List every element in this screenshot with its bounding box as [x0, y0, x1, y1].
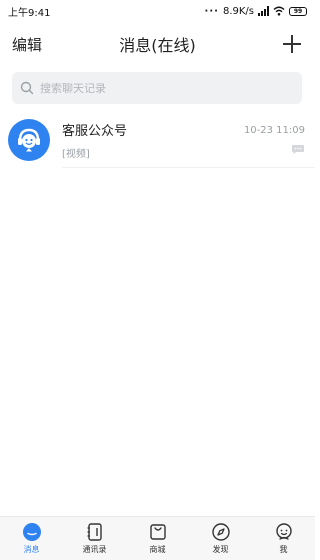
tab-label: 通讯录 [82, 545, 107, 554]
search-icon [20, 81, 34, 95]
page-title: 消息(在线) [119, 36, 196, 55]
tab-label: 消息 [23, 545, 40, 554]
tab-bar: 消息 通讯录 商城 发现 我 [0, 516, 315, 560]
tab-mall[interactable]: 商城 [126, 517, 189, 560]
customer-service-icon [18, 128, 40, 152]
conversation-meta: 10-23 11:09 [244, 125, 307, 155]
tab-label: 商城 [149, 545, 166, 554]
add-icon[interactable] [281, 33, 303, 55]
status-indicators: ··· 8.9K/s 99 [205, 6, 307, 17]
conversation-item[interactable]: 客服公众号 [视频] 10-23 11:09 [0, 112, 315, 168]
tab-discover[interactable]: 发现 [189, 517, 252, 560]
compass-icon [211, 523, 230, 541]
edit-button[interactable]: 编辑 [12, 34, 42, 55]
search-bar[interactable] [12, 72, 302, 104]
search-input[interactable] [40, 81, 290, 95]
chat-bubble-icon [292, 145, 304, 155]
tab-label: 发现 [212, 545, 229, 554]
conversation-name: 客服公众号 [62, 124, 128, 139]
tab-contacts[interactable]: 通讯录 [63, 517, 126, 560]
contacts-book-icon [87, 523, 102, 541]
tab-me[interactable]: 我 [252, 517, 315, 560]
tab-messages[interactable]: 消息 [0, 517, 63, 560]
avatar [8, 119, 50, 161]
signal-icon [258, 6, 269, 16]
conversation-text: 客服公众号 [视频] [62, 120, 244, 160]
tab-label: 我 [279, 545, 288, 554]
more-dots-icon: ··· [204, 5, 219, 17]
battery-icon: 99 [289, 6, 307, 16]
message-icon [22, 523, 41, 541]
divider [62, 167, 315, 168]
nav-bar: 编辑 消息(在线) [0, 22, 315, 66]
status-time: 上午9:41 [8, 7, 51, 19]
battery-level: 99 [293, 7, 303, 15]
network-speed: 8.9K/s [222, 5, 254, 17]
wifi-icon [273, 6, 285, 16]
profile-face-icon [275, 523, 292, 540]
shopping-bag-icon [149, 524, 166, 540]
conversation-preview: [视频] [62, 149, 90, 160]
status-bar: 上午9:41 ··· 8.9K/s 99 [0, 0, 315, 22]
conversation-time: 10-23 11:09 [243, 125, 305, 136]
